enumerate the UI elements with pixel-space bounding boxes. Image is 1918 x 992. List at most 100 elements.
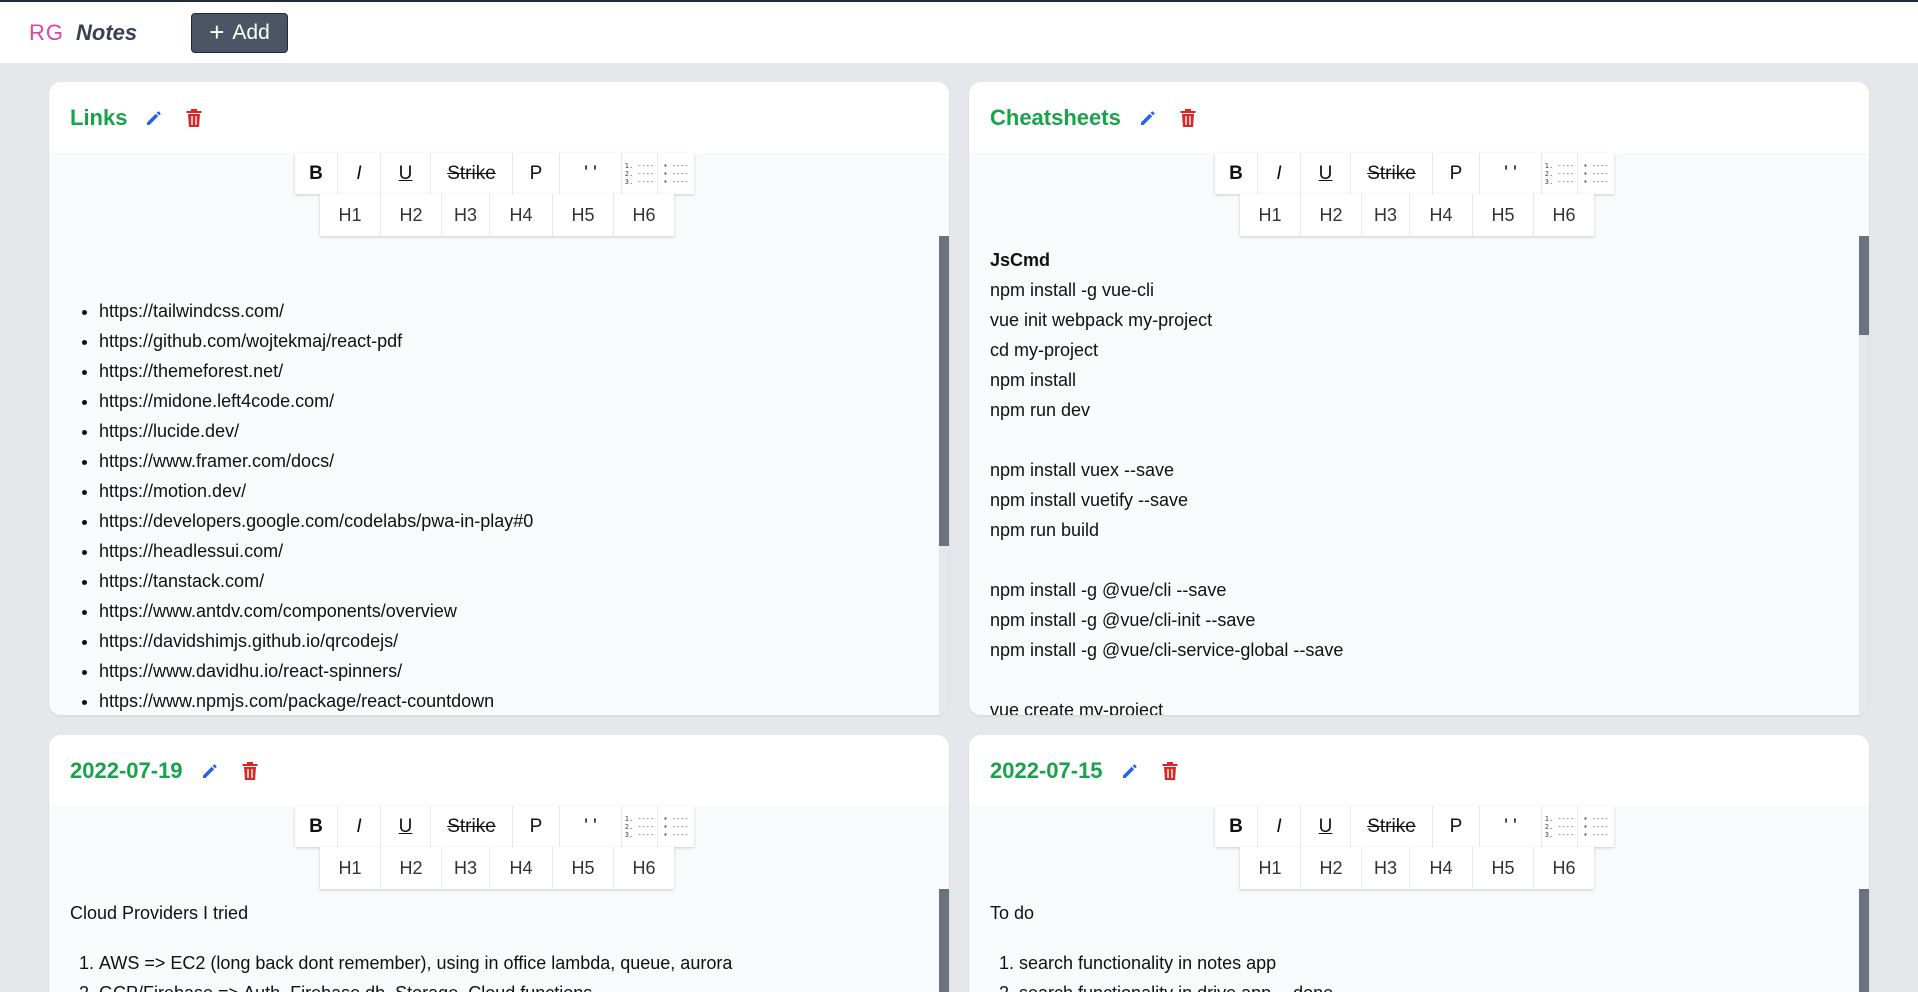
italic-button[interactable]: I	[338, 806, 381, 847]
bold-button[interactable]: B	[1215, 806, 1258, 847]
note-card-cheatsheets: Cheatsheets B I U Strike P ' ' 1. ---- 2…	[969, 82, 1869, 715]
trash-icon[interactable]	[1157, 758, 1183, 784]
note-title: Links	[70, 104, 128, 130]
trash-icon[interactable]	[181, 105, 207, 131]
h2-button[interactable]: H2	[1301, 847, 1362, 889]
h2-button[interactable]: H2	[381, 194, 442, 236]
brand-logo[interactable]: RG Notes	[29, 20, 137, 46]
bullet-list-button[interactable]: • ---- • ---- • ----	[1578, 153, 1614, 194]
h6-button[interactable]: H6	[614, 194, 674, 236]
bullet-list-button[interactable]: • ---- • ---- • ----	[1578, 806, 1614, 847]
brand-rg: RG	[29, 19, 64, 45]
list-item: https://davidshimjs.github.io/qrcodejs/	[99, 626, 533, 656]
content-line: Cloud Providers I tried	[70, 903, 249, 923]
h5-button[interactable]: H5	[553, 194, 614, 236]
scrollbar-thumb[interactable]	[1859, 236, 1869, 335]
h1-button[interactable]: H1	[320, 847, 381, 889]
trash-icon[interactable]	[237, 758, 263, 784]
scrollbar[interactable]	[939, 889, 949, 992]
quote-button[interactable]: ' '	[560, 153, 622, 194]
note-content[interactable]: https://tailwindcss.com/ https://github.…	[70, 296, 533, 715]
format-toolbar: B I U Strike P ' ' 1. ---- 2. ---- 3. --…	[295, 153, 694, 194]
note-content[interactable]: To do search functionality in notes app …	[990, 898, 1333, 992]
italic-button[interactable]: I	[1258, 806, 1301, 847]
h5-button[interactable]: H5	[553, 847, 614, 889]
h4-button[interactable]: H4	[490, 847, 553, 889]
h3-button[interactable]: H3	[442, 847, 490, 889]
list-item: https://motion.dev/	[99, 476, 533, 506]
h4-button[interactable]: H4	[1410, 847, 1473, 889]
list-item: https://themeforest.net/	[99, 356, 533, 386]
pencil-icon[interactable]	[141, 105, 167, 131]
note-content[interactable]: JsCmd npm install -g vue-cli vue init we…	[990, 245, 1343, 715]
h6-button[interactable]: H6	[1534, 194, 1594, 236]
content-line: npm install	[990, 370, 1077, 390]
quote-button[interactable]: ' '	[1480, 806, 1542, 847]
pencil-icon[interactable]	[1117, 758, 1143, 784]
note-body: B I U Strike P ' ' 1. ---- 2. ---- 3. --…	[49, 806, 949, 992]
ordered-list: AWS => EC2 (long back dont remember), us…	[70, 948, 732, 992]
h4-button[interactable]: H4	[1410, 194, 1473, 236]
ordered-list-button[interactable]: 1. ---- 2. ---- 3. ----	[1542, 806, 1578, 847]
h3-button[interactable]: H3	[1362, 194, 1410, 236]
underline-button[interactable]: U	[381, 806, 431, 847]
scrollbar-thumb[interactable]	[939, 889, 949, 992]
h6-button[interactable]: H6	[1534, 847, 1594, 889]
content-line: To do	[990, 903, 1035, 923]
paragraph-button[interactable]: P	[1433, 153, 1480, 194]
trash-icon[interactable]	[1175, 105, 1201, 131]
h6-button[interactable]: H6	[614, 847, 674, 889]
bullet-list-button[interactable]: • ---- • ---- • ----	[658, 806, 694, 847]
bullet-list-button[interactable]: • ---- • ---- • ----	[658, 153, 694, 194]
h1-button[interactable]: H1	[320, 194, 381, 236]
scrollbar-thumb[interactable]	[939, 236, 949, 546]
underline-button[interactable]: U	[381, 153, 431, 194]
paragraph-button[interactable]: P	[513, 806, 560, 847]
bold-button[interactable]: B	[295, 806, 338, 847]
list-item: search functionality in notes app	[1019, 948, 1333, 978]
italic-button[interactable]: I	[338, 153, 381, 194]
h1-button[interactable]: H1	[1240, 194, 1301, 236]
paragraph-button[interactable]: P	[513, 153, 560, 194]
bold-button[interactable]: B	[1215, 153, 1258, 194]
pencil-icon[interactable]	[1135, 105, 1161, 131]
h5-button[interactable]: H5	[1473, 194, 1534, 236]
note-content[interactable]: Cloud Providers I tried AWS => EC2 (long…	[70, 898, 732, 992]
h4-button[interactable]: H4	[490, 194, 553, 236]
h5-button[interactable]: H5	[1473, 847, 1534, 889]
pencil-icon[interactable]	[197, 758, 223, 784]
scrollbar-thumb[interactable]	[1859, 889, 1869, 992]
h3-button[interactable]: H3	[442, 194, 490, 236]
note-body: B I U Strike P ' ' 1. ---- 2. ---- 3. --…	[969, 153, 1869, 715]
h3-button[interactable]: H3	[1362, 847, 1410, 889]
content-line: npm run dev	[990, 400, 1091, 420]
scrollbar[interactable]	[1859, 236, 1869, 715]
add-note-button[interactable]: + Add	[191, 13, 288, 53]
strike-button[interactable]: Strike	[431, 153, 513, 194]
underline-button[interactable]: U	[1301, 806, 1351, 847]
format-toolbar: B I U Strike P ' ' 1. ---- 2. ---- 3. --…	[295, 806, 694, 847]
ordered-list-button[interactable]: 1. ---- 2. ---- 3. ----	[622, 806, 658, 847]
underline-button[interactable]: U	[1301, 153, 1351, 194]
quote-button[interactable]: ' '	[1480, 153, 1542, 194]
list-item: https://www.davidhu.io/react-spinners/	[99, 656, 533, 686]
bold-button[interactable]: B	[295, 153, 338, 194]
ordered-list-button[interactable]: 1. ---- 2. ---- 3. ----	[1542, 153, 1578, 194]
list-item: https://lucide.dev/	[99, 416, 533, 446]
h1-button[interactable]: H1	[1240, 847, 1301, 889]
strike-button[interactable]: Strike	[431, 806, 513, 847]
scrollbar[interactable]	[939, 236, 949, 715]
paragraph-button[interactable]: P	[1433, 806, 1480, 847]
quote-button[interactable]: ' '	[560, 806, 622, 847]
scrollbar[interactable]	[1859, 889, 1869, 992]
link-list: https://tailwindcss.com/ https://github.…	[70, 296, 533, 715]
h2-button[interactable]: H2	[1301, 194, 1362, 236]
note-header: 2022-07-15	[969, 735, 1869, 806]
strike-button[interactable]: Strike	[1351, 153, 1433, 194]
strike-button[interactable]: Strike	[1351, 806, 1433, 847]
italic-button[interactable]: I	[1258, 153, 1301, 194]
plus-icon: +	[209, 16, 225, 47]
ordered-list-button[interactable]: 1. ---- 2. ---- 3. ----	[622, 153, 658, 194]
ordered-list: search functionality in notes app search…	[990, 948, 1333, 992]
h2-button[interactable]: H2	[381, 847, 442, 889]
